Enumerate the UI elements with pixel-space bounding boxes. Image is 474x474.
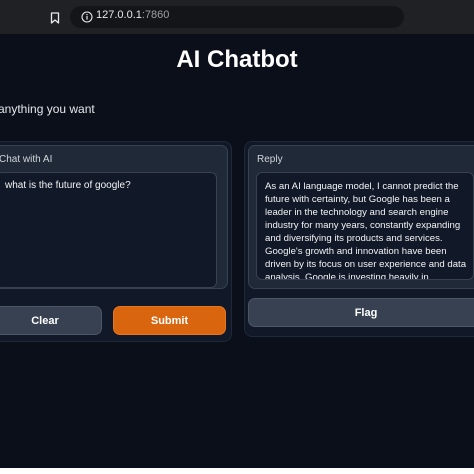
submit-button[interactable]: Submit	[113, 306, 226, 335]
app-window: 127.0.0.1:7860 AI Chatbot anything you w…	[0, 0, 474, 468]
chat-input-value: what is the future of google?	[5, 180, 131, 191]
app-description: anything you want	[0, 102, 95, 116]
output-label: Reply	[257, 154, 283, 165]
url-host: 127.0.0.1	[96, 9, 142, 21]
url-port: :7860	[141, 9, 170, 21]
reply-text: As an AI language model, I cannot predic…	[265, 181, 467, 280]
url-text: 127.0.0.1:7860	[96, 9, 169, 21]
clear-button[interactable]: Clear	[0, 306, 102, 335]
reply-output[interactable]: As an AI language model, I cannot predic…	[256, 172, 474, 280]
bookmark-icon[interactable]	[50, 12, 60, 24]
page-title: AI Chatbot	[176, 46, 298, 73]
info-icon[interactable]	[81, 11, 93, 23]
input-label: Chat with AI	[0, 154, 53, 165]
address-bar[interactable]: 127.0.0.1:7860	[70, 6, 404, 28]
flag-button[interactable]: Flag	[248, 298, 474, 327]
browser-toolbar: 127.0.0.1:7860	[0, 0, 474, 34]
chat-input[interactable]: what is the future of google?	[0, 172, 217, 288]
